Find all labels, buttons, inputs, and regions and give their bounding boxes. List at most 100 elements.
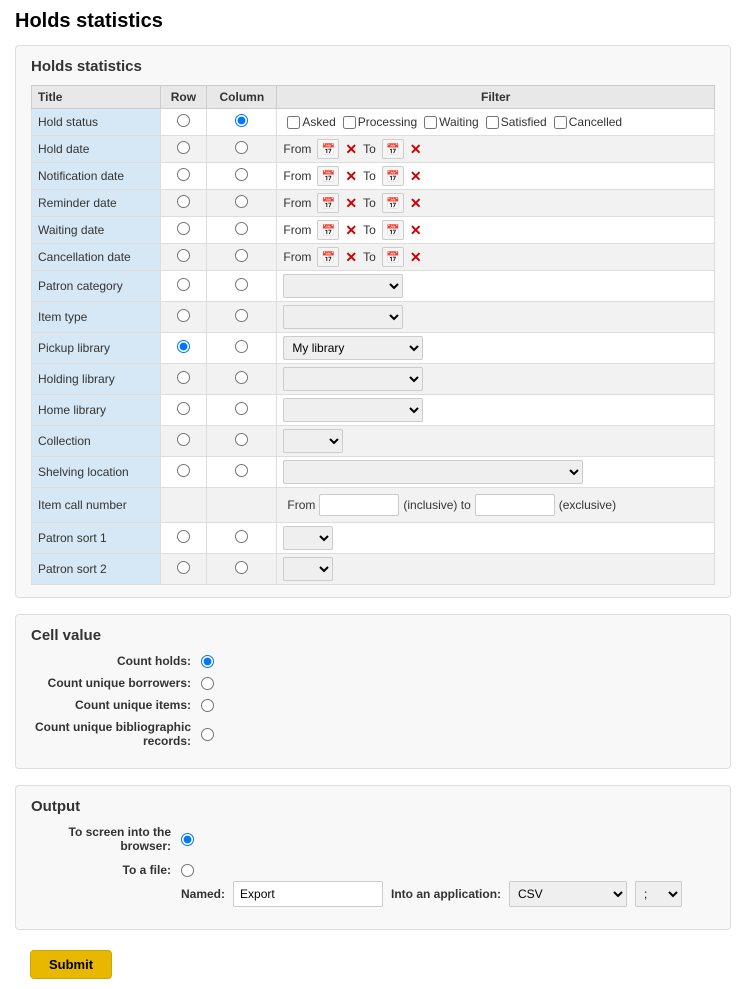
row-radio-collection[interactable]	[177, 433, 190, 446]
to-cal-cancellation_date[interactable]: 📅	[382, 247, 404, 267]
select-shelving_location[interactable]	[283, 460, 583, 484]
from-clear-notification_date[interactable]: ✕	[343, 168, 359, 185]
checkbox-label-satisfied[interactable]: Satisfied	[486, 115, 547, 129]
to-clear-waiting_date[interactable]: ✕	[408, 222, 424, 239]
col-radio-cell-item_type	[207, 302, 277, 333]
cv-radio-count_unique_items[interactable]	[201, 699, 214, 712]
row-label-patron_sort1: Patron sort 1	[32, 523, 161, 554]
row-label-cancellation_date: Cancellation date	[32, 244, 161, 271]
select-patron_sort2[interactable]	[283, 557, 333, 581]
csv-select[interactable]: CSV TSV Open Document	[509, 881, 627, 907]
col-radio-notification_date[interactable]	[235, 168, 248, 181]
col-radio-cancellation_date[interactable]	[235, 249, 248, 262]
from-clear-reminder_date[interactable]: ✕	[343, 195, 359, 212]
row-label-item_type: Item type	[32, 302, 161, 333]
to-cal-notification_date[interactable]: 📅	[382, 166, 404, 186]
row-radio-cell-cancellation_date	[160, 244, 207, 271]
row-radio-notification_date[interactable]	[177, 168, 190, 181]
checkbox-label-asked[interactable]: Asked	[287, 115, 335, 129]
row-radio-patron_category[interactable]	[177, 278, 190, 291]
select-collection[interactable]	[283, 429, 343, 453]
row-radio-cell-reminder_date	[160, 190, 207, 217]
checkbox-asked[interactable]	[287, 116, 300, 129]
checkbox-waiting[interactable]	[424, 116, 437, 129]
row-radio-hold_date[interactable]	[177, 141, 190, 154]
row-radio-pickup_library[interactable]	[177, 340, 190, 353]
from-cal-hold_date[interactable]: 📅	[317, 139, 339, 159]
col-radio-patron_sort1[interactable]	[235, 530, 248, 543]
to-cal-hold_date[interactable]: 📅	[382, 139, 404, 159]
row-radio-hold_status[interactable]	[177, 114, 190, 127]
row-radio-cancellation_date[interactable]	[177, 249, 190, 262]
select-patron_category[interactable]	[283, 274, 403, 298]
row-radio-holding_library[interactable]	[177, 371, 190, 384]
checkbox-label-processing[interactable]: Processing	[343, 115, 417, 129]
col-radio-patron_sort2[interactable]	[235, 561, 248, 574]
submit-button[interactable]: Submit	[30, 950, 112, 979]
select-holding_library[interactable]	[283, 367, 423, 391]
from-cal-cancellation_date[interactable]: 📅	[317, 247, 339, 267]
from-cal-waiting_date[interactable]: 📅	[317, 220, 339, 240]
col-radio-hold_date[interactable]	[235, 141, 248, 154]
checkbox-cancelled[interactable]	[554, 116, 567, 129]
row-radio-waiting_date[interactable]	[177, 222, 190, 235]
to-clear-notification_date[interactable]: ✕	[408, 168, 424, 185]
holds-section-title: Holds statistics	[31, 58, 715, 75]
out-radio-to_screen[interactable]	[181, 833, 194, 846]
separator-select[interactable]: ; , | tab	[635, 881, 682, 907]
from-cal-reminder_date[interactable]: 📅	[317, 193, 339, 213]
exclusive-label-item_call_number: (exclusive)	[559, 498, 616, 512]
select-home_library[interactable]	[283, 398, 423, 422]
from-cal-notification_date[interactable]: 📅	[317, 166, 339, 186]
col-radio-cell-reminder_date	[207, 190, 277, 217]
row-radio-shelving_location[interactable]	[177, 464, 190, 477]
cv-radio-count_unique_borrowers[interactable]	[201, 677, 214, 690]
cv-radio-count_holds[interactable]	[201, 655, 214, 668]
filter-cell-waiting_date: From 📅 ✕ To 📅 ✕	[277, 217, 715, 244]
col-radio-item_type[interactable]	[235, 309, 248, 322]
checkbox-label-cancelled[interactable]: Cancelled	[554, 115, 622, 129]
checkbox-processing[interactable]	[343, 116, 356, 129]
to-cal-waiting_date[interactable]: 📅	[382, 220, 404, 240]
row-radio-reminder_date[interactable]	[177, 195, 190, 208]
named-input[interactable]	[233, 881, 383, 907]
cv-radio-count_unique_biblio[interactable]	[201, 728, 214, 741]
row-radio-cell-patron_sort2	[160, 554, 207, 585]
col-radio-waiting_date[interactable]	[235, 222, 248, 235]
row-radio-patron_sort1[interactable]	[177, 530, 190, 543]
filter-cell-hold_status: Asked Processing Waiting Satisfied Cance…	[277, 109, 715, 136]
col-radio-hold_status[interactable]	[235, 114, 248, 127]
to-clear-cancellation_date[interactable]: ✕	[408, 249, 424, 266]
row-radio-cell-hold_status	[160, 109, 207, 136]
checkbox-satisfied[interactable]	[486, 116, 499, 129]
from-clear-cancellation_date[interactable]: ✕	[343, 249, 359, 266]
row-radio-item_type[interactable]	[177, 309, 190, 322]
col-radio-reminder_date[interactable]	[235, 195, 248, 208]
filter-cell-patron_sort2	[277, 554, 715, 585]
select-pickup_library[interactable]: My library	[283, 336, 423, 360]
row-label-holding_library: Holding library	[32, 364, 161, 395]
col-radio-shelving_location[interactable]	[235, 464, 248, 477]
cell-value-title: Cell value	[31, 627, 715, 644]
to-cal-reminder_date[interactable]: 📅	[382, 193, 404, 213]
row-radio-patron_sort2[interactable]	[177, 561, 190, 574]
to-clear-hold_date[interactable]: ✕	[408, 141, 424, 158]
filter-cell-patron_sort1	[277, 523, 715, 554]
select-patron_sort1[interactable]	[283, 526, 333, 550]
out-radio-to_file[interactable]	[181, 864, 194, 877]
from-clear-hold_date[interactable]: ✕	[343, 141, 359, 158]
select-item_type[interactable]	[283, 305, 403, 329]
row-radio-home_library[interactable]	[177, 402, 190, 415]
col-radio-pickup_library[interactable]	[235, 340, 248, 353]
filter-cell-shelving_location	[277, 457, 715, 488]
from-input-item_call_number[interactable]	[319, 494, 399, 516]
from-clear-waiting_date[interactable]: ✕	[343, 222, 359, 239]
to-input-item_call_number[interactable]	[475, 494, 555, 516]
to-clear-reminder_date[interactable]: ✕	[408, 195, 424, 212]
col-radio-holding_library[interactable]	[235, 371, 248, 384]
col-radio-collection[interactable]	[235, 433, 248, 446]
col-radio-patron_category[interactable]	[235, 278, 248, 291]
col-radio-home_library[interactable]	[235, 402, 248, 415]
out-row-to_file: To a file:	[31, 863, 715, 877]
checkbox-label-waiting[interactable]: Waiting	[424, 115, 479, 129]
